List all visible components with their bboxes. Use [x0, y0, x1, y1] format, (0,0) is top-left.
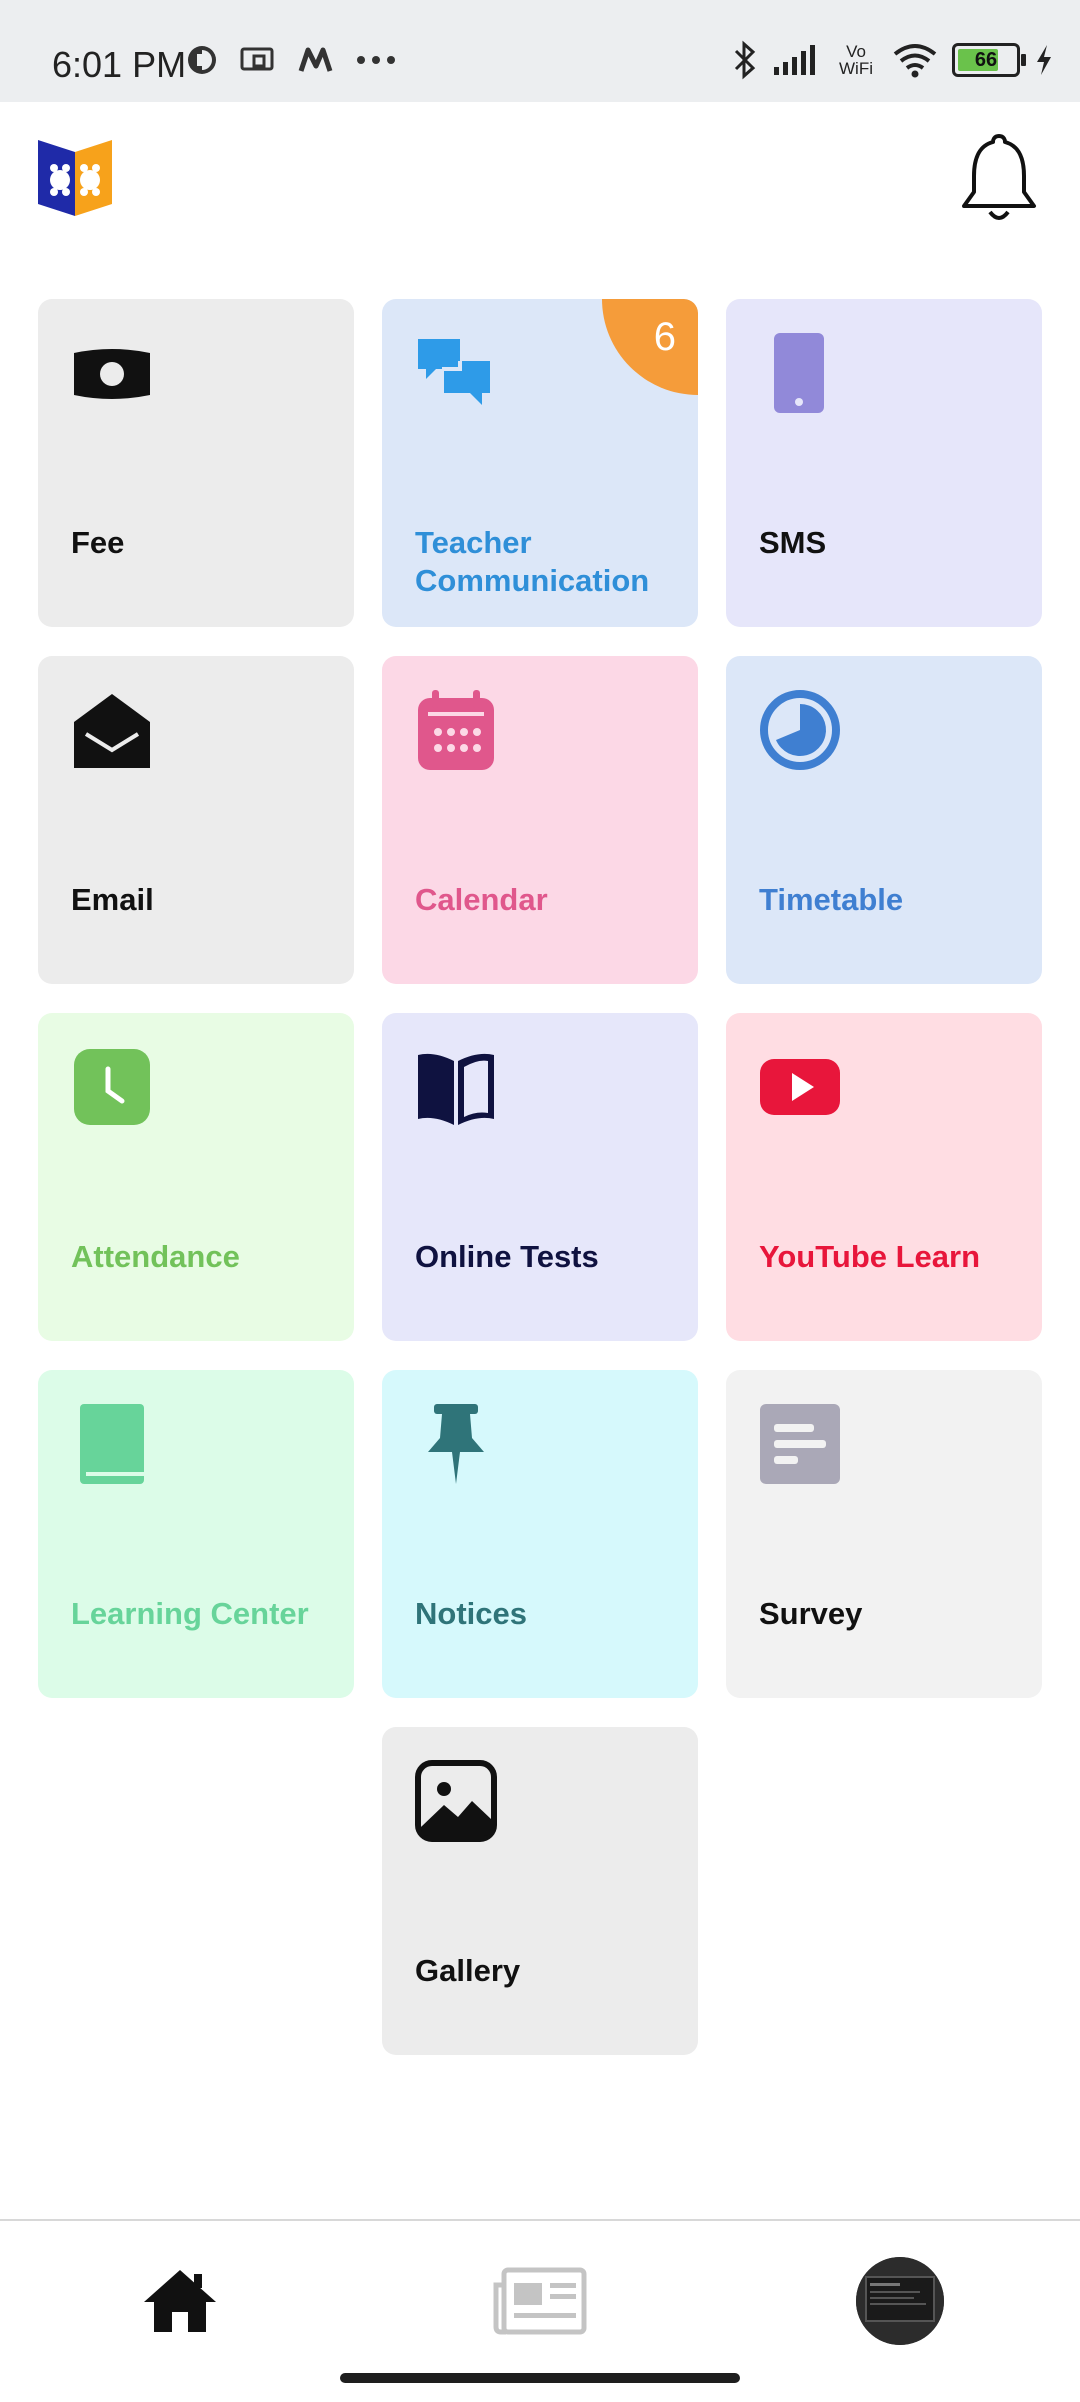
newspaper-icon	[493, 2267, 587, 2335]
image-icon	[414, 1759, 498, 1843]
tile-label: Notices	[415, 1596, 527, 1631]
money-icon	[70, 331, 154, 415]
youtube-icon	[758, 1045, 842, 1129]
status-bar: 6:01 PM Vo WiFi 66	[0, 0, 1080, 102]
book-icon	[70, 1402, 154, 1486]
profile-avatar	[856, 2257, 944, 2345]
signal-icon	[774, 45, 815, 75]
book-logo	[38, 140, 112, 216]
tile-teacher-communication[interactable]: 6 Teacher Communication	[382, 299, 698, 627]
tile-gallery[interactable]: Gallery	[382, 1727, 698, 2055]
open-book-icon	[414, 1045, 498, 1129]
charging-icon	[1037, 45, 1051, 75]
envelope-icon	[70, 688, 154, 772]
tile-online-tests[interactable]: Online Tests	[382, 1013, 698, 1341]
more-dots-icon	[357, 56, 395, 64]
nav-news[interactable]	[490, 2251, 590, 2351]
status-right-icons: Vo WiFi 66	[732, 40, 1054, 80]
tile-fee[interactable]: Fee	[38, 299, 354, 627]
tile-label: Learning Center	[71, 1596, 309, 1631]
app-header	[0, 102, 1080, 262]
tile-label: SMS	[759, 525, 827, 560]
nav-home[interactable]	[130, 2251, 230, 2351]
nav-profile[interactable]	[850, 2251, 950, 2351]
tile-label: Teacher Communication	[415, 525, 650, 598]
pushpin-icon	[414, 1402, 498, 1486]
bluetooth-icon	[734, 40, 756, 80]
tile-notices[interactable]: Notices	[382, 1370, 698, 1698]
tile-survey[interactable]: Survey	[726, 1370, 1042, 1698]
calendar-icon	[414, 688, 498, 772]
tile-label: Survey	[759, 1596, 863, 1631]
clock-pie-icon	[758, 688, 842, 772]
clock-square-icon	[70, 1045, 154, 1129]
home-indicator	[340, 2373, 740, 2383]
tile-label: Attendance	[71, 1239, 240, 1274]
unread-count-badge: 6	[602, 299, 698, 395]
screen-cast-icon	[240, 47, 274, 71]
tile-youtube-learn[interactable]: YouTube Learn	[726, 1013, 1042, 1341]
phone-icon	[758, 331, 842, 415]
m-app-icon	[298, 47, 333, 72]
bell-icon[interactable]	[958, 132, 1040, 226]
app-status-icon	[188, 46, 216, 74]
tile-attendance[interactable]: Attendance	[38, 1013, 354, 1341]
status-left-icons	[186, 44, 396, 76]
tile-timetable[interactable]: Timetable	[726, 656, 1042, 984]
tile-label: Fee	[71, 525, 125, 560]
tile-email[interactable]: Email	[38, 656, 354, 984]
vowifi-indicator: Vo WiFi	[839, 42, 873, 78]
tile-label: Timetable	[759, 882, 904, 917]
survey-icon	[758, 1402, 842, 1486]
home-icon	[144, 2270, 216, 2332]
tile-label: Online Tests	[415, 1239, 599, 1274]
tile-label: YouTube Learn	[759, 1239, 981, 1274]
tile-label: Gallery	[415, 1953, 521, 1988]
chat-bubbles-icon	[414, 331, 498, 415]
wifi-icon	[893, 44, 937, 78]
tile-label: Email	[71, 882, 154, 917]
tile-label: Calendar	[415, 882, 548, 917]
battery-level: 66	[974, 48, 998, 71]
tile-learning-center[interactable]: Learning Center	[38, 1370, 354, 1698]
badge-count: 6	[653, 315, 676, 359]
tile-sms[interactable]: SMS	[726, 299, 1042, 627]
tile-calendar[interactable]: Calendar	[382, 656, 698, 984]
battery-icon: 66	[952, 43, 1026, 77]
status-time: 6:01 PM	[52, 44, 187, 85]
